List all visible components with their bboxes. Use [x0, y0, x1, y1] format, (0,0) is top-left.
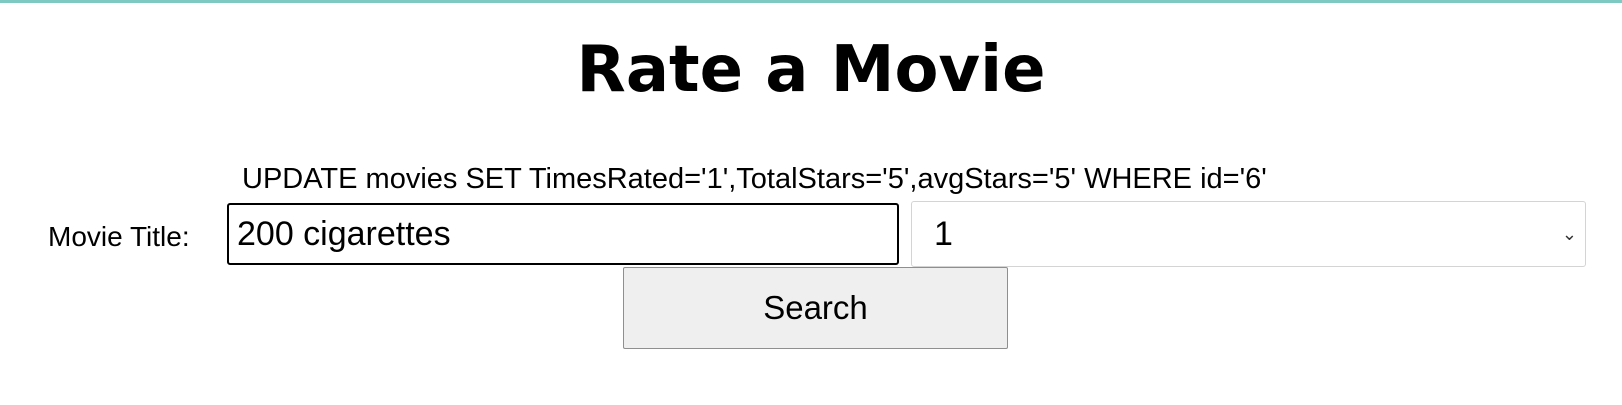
- sql-query-text: UPDATE movies SET TimesRated='1',TotalSt…: [242, 163, 1267, 195]
- search-button[interactable]: Search: [623, 267, 1008, 349]
- top-accent-rule: [0, 0, 1622, 3]
- movie-title-input[interactable]: [227, 203, 899, 265]
- rating-selected-value: 1: [934, 215, 953, 253]
- page-title: Rate a Movie: [576, 33, 1046, 107]
- movie-title-label: Movie Title:: [48, 221, 190, 252]
- chevron-down-icon: ⌄: [1561, 224, 1577, 244]
- rating-select[interactable]: 1 ⌄: [911, 201, 1586, 267]
